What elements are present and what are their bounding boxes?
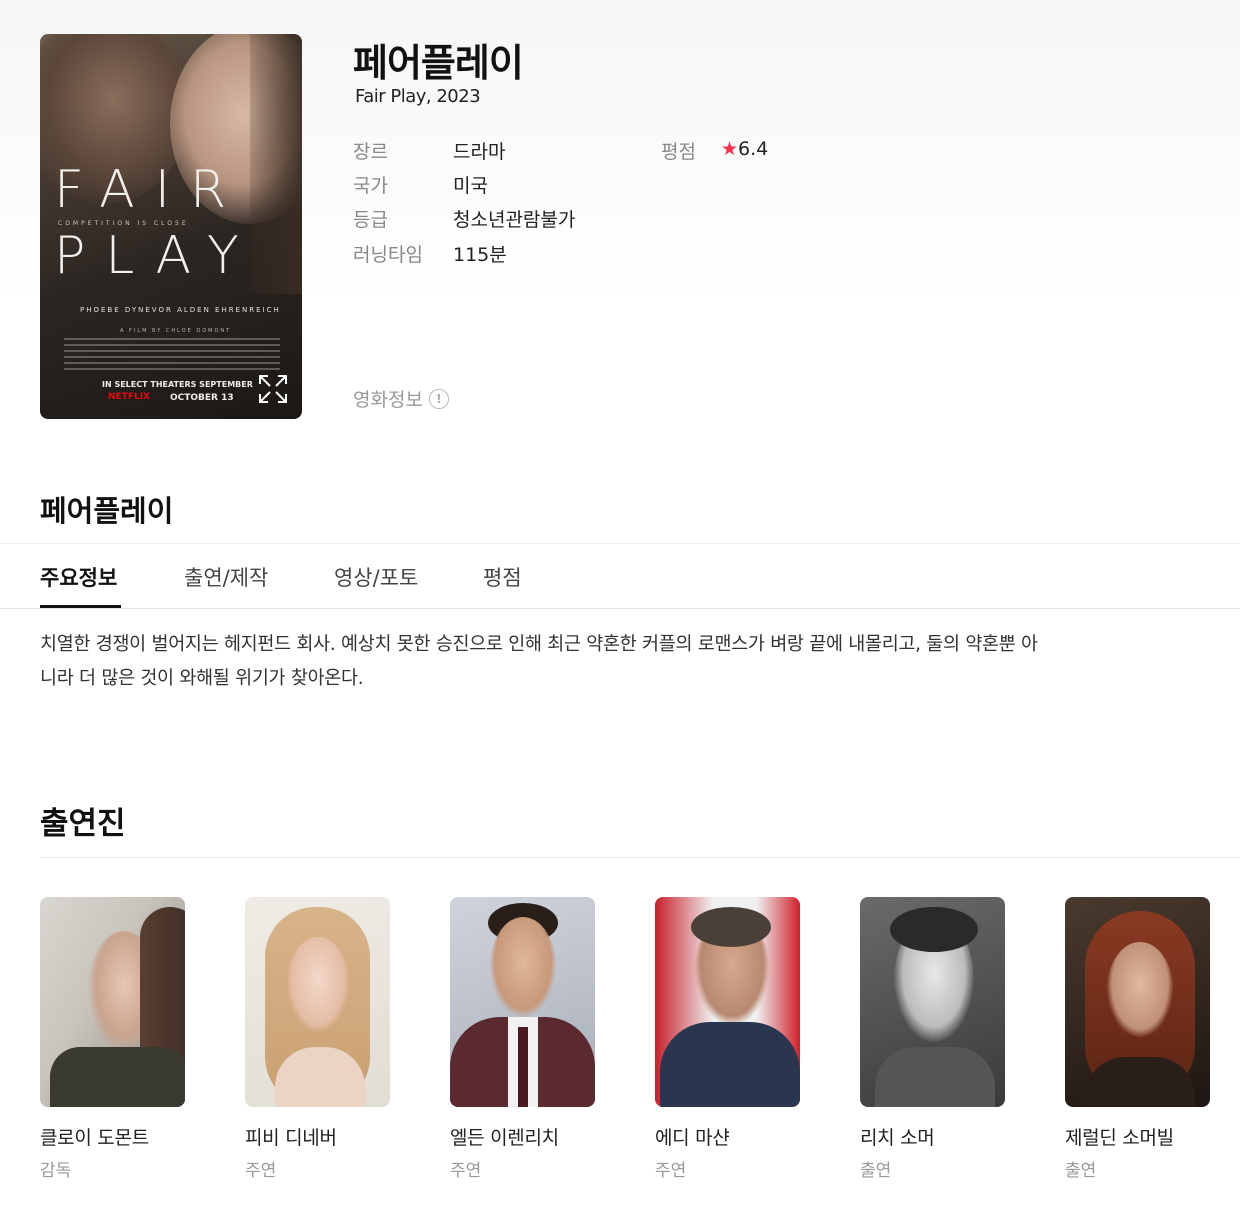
cast-section-title: 출연진 xyxy=(40,806,126,842)
rating-value: 청소년관람불가 xyxy=(453,209,576,231)
divider xyxy=(0,543,1240,544)
score-value: ★6.4 xyxy=(721,138,768,160)
score-number: 6.4 xyxy=(738,138,769,160)
cast-card[interactable]: 제럴딘 소머빌 출연 xyxy=(1065,897,1210,1181)
cast-name: 피비 디네버 xyxy=(245,1127,337,1149)
tab-video-photo[interactable]: 영상/포토 xyxy=(334,562,418,592)
poster-credits xyxy=(64,338,280,372)
tab-cast-crew[interactable]: 출연/제작 xyxy=(184,562,268,592)
cast-photo xyxy=(655,897,800,1107)
cast-role: 출연 xyxy=(860,1161,892,1181)
cast-role: 주연 xyxy=(450,1161,482,1181)
cast-role: 주연 xyxy=(245,1161,277,1181)
poster-date: OCTOBER 13 xyxy=(170,393,234,403)
score-label: 평점 xyxy=(661,141,696,163)
cast-role: 주연 xyxy=(655,1161,687,1181)
country-value: 미국 xyxy=(453,175,488,197)
movie-poster[interactable]: FAIR COMPETITION IS CLOSE PLAY PHOEBE DY… xyxy=(40,34,302,419)
cast-role: 출연 xyxy=(1065,1161,1097,1181)
cast-photo xyxy=(245,897,390,1107)
cast-card[interactable]: 리치 소머 출연 xyxy=(860,897,1005,1181)
cast-name: 엘든 이렌리치 xyxy=(450,1127,559,1149)
cast-name: 에디 마샨 xyxy=(655,1127,730,1149)
section-title: 페어플레이 xyxy=(40,494,174,528)
cast-name: 클로이 도몬트 xyxy=(40,1127,149,1149)
star-icon: ★ xyxy=(721,138,739,160)
poster-director: A FILM BY CHLOE DOMONT xyxy=(120,328,232,334)
genre-value: 드라마 xyxy=(453,141,506,163)
rating-label: 등급 xyxy=(353,209,388,231)
cast-photo xyxy=(450,897,595,1107)
divider xyxy=(40,857,1240,858)
movie-title: 페어플레이 xyxy=(353,41,524,85)
cast-photo xyxy=(860,897,1005,1107)
cast-name: 제럴딘 소머빌 xyxy=(1065,1127,1174,1149)
runtime-value: 115분 xyxy=(453,244,507,266)
poster-title-line1: FAIR xyxy=(54,160,247,220)
country-label: 국가 xyxy=(353,175,388,197)
tab-main-info[interactable]: 주요정보 xyxy=(40,562,117,592)
poster-cast-names: PHOEBE DYNEVOR ALDEN EHRENREICH xyxy=(80,306,281,314)
cast-photo xyxy=(40,897,185,1107)
genre-label: 장르 xyxy=(353,141,388,163)
poster-release: IN SELECT THEATERS SEPTEMBER xyxy=(102,380,253,389)
cast-card[interactable]: 피비 디네버 주연 xyxy=(245,897,390,1181)
poster-title-line2: PLAY xyxy=(54,226,259,286)
synopsis: 치열한 경쟁이 벌어지는 헤지펀드 회사. 예상치 못한 승진으로 인해 최근 … xyxy=(40,634,1038,689)
movie-info-label: 영화정보 xyxy=(353,389,423,411)
runtime-label: 러닝타임 xyxy=(353,244,423,266)
cast-card[interactable]: 에디 마샨 주연 xyxy=(655,897,800,1181)
cast-role: 감독 xyxy=(40,1161,72,1181)
cast-photo xyxy=(1065,897,1210,1107)
cast-name: 리치 소머 xyxy=(860,1127,935,1149)
movie-original-title: Fair Play, 2023 xyxy=(355,86,481,107)
info-icon[interactable]: ! xyxy=(428,388,449,409)
divider xyxy=(0,608,1240,609)
cast-card[interactable]: 클로이 도몬트 감독 xyxy=(40,897,185,1181)
poster-network: NETFLIX xyxy=(108,392,150,402)
tab-reviews[interactable]: 평점 xyxy=(483,562,522,592)
cast-card[interactable]: 엘든 이렌리치 주연 xyxy=(450,897,595,1181)
movie-info-link[interactable]: 영화정보 ! xyxy=(353,385,449,412)
expand-icon[interactable] xyxy=(256,372,290,406)
